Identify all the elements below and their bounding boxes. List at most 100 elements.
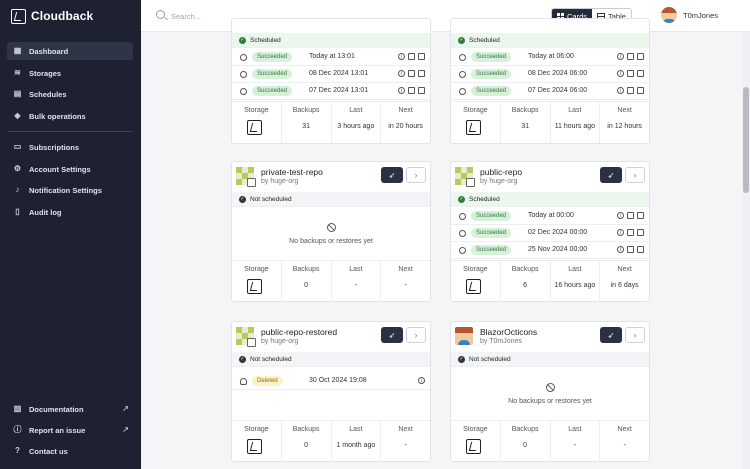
sidebar-item-notification-settings[interactable]: ♪ Notification Settings — [7, 181, 133, 199]
sidebar-divider — [7, 131, 133, 132]
info-icon[interactable]: i — [617, 87, 624, 94]
restore-icon[interactable] — [627, 212, 634, 219]
rocket-icon: ➶ — [607, 330, 615, 340]
sidebar-item-report-issue[interactable]: ⓘ Report an issue ↗ — [7, 421, 133, 439]
sidebar-item-storages[interactable]: ≋ Storages — [7, 64, 133, 82]
last-backup: 11 hours ago — [554, 123, 596, 130]
info-icon[interactable]: i — [617, 70, 624, 77]
download-icon[interactable] — [418, 53, 425, 60]
repo-card: ✓ Scheduled Succeeded Today at 06:00 i S… — [450, 18, 650, 144]
download-icon[interactable] — [637, 87, 644, 94]
restore-icon[interactable] — [627, 229, 634, 236]
restore-icon[interactable] — [408, 53, 415, 60]
user-avatar — [455, 327, 473, 345]
table-row: Succeeded 07 Dec 2024 13:01 i — [232, 83, 430, 100]
schedule-status: ✓ Scheduled — [451, 33, 649, 48]
info-icon[interactable]: i — [617, 53, 624, 60]
sidebar-item-schedules[interactable]: ▤ Schedules — [7, 85, 133, 103]
open-repo-button[interactable]: › — [625, 327, 645, 343]
sidebar-item-subscriptions[interactable]: ▭ Subscriptions — [7, 138, 133, 156]
sidebar-item-audit-log[interactable]: ▯ Audit log — [7, 203, 133, 221]
chevron-right-icon: › — [633, 170, 637, 180]
info-icon[interactable]: i — [398, 87, 405, 94]
user-icon — [240, 378, 247, 385]
no-data-icon — [327, 223, 336, 232]
restore-icon[interactable] — [627, 246, 634, 253]
info-icon[interactable]: i — [617, 246, 624, 253]
user-menu[interactable]: T0mJones — [661, 7, 718, 23]
main-scrollbar[interactable] — [742, 32, 750, 469]
open-repo-button[interactable]: › — [625, 167, 645, 183]
org-avatar — [236, 167, 256, 187]
chevron-right-icon: › — [414, 330, 418, 340]
card-header: BlazorOcticons by T0mJones ➶ › — [451, 322, 649, 350]
table-row: Succeeded 02 Dec 2024 00:00 i — [451, 225, 649, 242]
info-icon[interactable]: i — [398, 70, 405, 77]
run-time: Today at 13:01 — [309, 53, 355, 60]
sidebar-item-contact-us[interactable]: ? Contact us — [7, 442, 133, 460]
database-icon: ≋ — [14, 68, 21, 77]
clock-icon — [240, 71, 247, 78]
status-badge: Deleted — [252, 376, 283, 386]
search-icon — [156, 10, 165, 19]
repo-name[interactable]: public-repo-restored — [261, 327, 337, 337]
last-backup: - — [354, 282, 358, 289]
storage-logo-icon — [247, 439, 262, 454]
help-icon: ? — [15, 446, 20, 455]
download-icon[interactable] — [418, 87, 425, 94]
app-name: Cloudback — [31, 9, 94, 23]
info-icon[interactable]: i — [418, 377, 425, 384]
check-circle-icon: ✓ — [458, 195, 465, 203]
restore-icon[interactable] — [627, 70, 634, 77]
restore-icon[interactable] — [408, 70, 415, 77]
restore-icon[interactable] — [627, 53, 634, 60]
backups-count: 6 — [523, 282, 528, 289]
download-icon[interactable] — [637, 229, 644, 236]
schedule-status: ✓ Not scheduled — [232, 192, 430, 207]
table-row: Succeeded 07 Dec 2024 06:00 i — [451, 83, 649, 100]
info-icon[interactable]: i — [617, 212, 624, 219]
cloudback-logo-icon — [11, 8, 26, 24]
repo-name[interactable]: private-test-repo — [261, 167, 323, 177]
restore-icon[interactable] — [408, 87, 415, 94]
run-backup-button[interactable]: ➶ — [600, 327, 622, 343]
restore-icon[interactable] — [627, 87, 634, 94]
run-backup-button[interactable]: ➶ — [600, 167, 622, 183]
download-icon[interactable] — [637, 246, 644, 253]
run-backup-button[interactable]: ➶ — [381, 327, 403, 343]
download-icon[interactable] — [637, 53, 644, 60]
repo-card: private-test-repo by huge-org ➶ › ✓ Not … — [231, 161, 431, 302]
bell-icon: ♪ — [15, 185, 20, 194]
run-time: Today at 00:00 — [528, 212, 574, 219]
info-icon[interactable]: i — [617, 229, 624, 236]
status-badge: Succeeded — [471, 228, 512, 238]
layers-icon: ◈ — [14, 111, 21, 120]
storage-logo-icon — [247, 120, 262, 135]
open-repo-button[interactable]: › — [406, 327, 426, 343]
sidebar-item-documentation[interactable]: ▥ Documentation ↗ — [7, 400, 133, 418]
download-icon[interactable] — [418, 70, 425, 77]
chevron-right-icon: › — [633, 330, 637, 340]
run-backup-button[interactable]: ➶ — [381, 167, 403, 183]
open-repo-button[interactable]: › — [406, 167, 426, 183]
scrollbar-thumb[interactable] — [743, 87, 749, 193]
status-badge: Succeeded — [471, 211, 512, 221]
clock-icon — [240, 88, 247, 95]
download-icon[interactable] — [637, 212, 644, 219]
run-time: 25 Nov 2024 00:00 — [528, 246, 588, 253]
org-avatar — [455, 167, 475, 187]
info-icon[interactable]: i — [398, 53, 405, 60]
backups-count: 31 — [521, 123, 530, 130]
sidebar-item-bulk-operations[interactable]: ◈ Bulk operations — [7, 107, 133, 125]
repo-name[interactable]: BlazorOcticons — [480, 327, 537, 337]
sidebar-item-account-settings[interactable]: ⚙ Account Settings — [7, 160, 133, 178]
repo-name[interactable]: public-repo — [480, 167, 522, 177]
app-logo[interactable]: Cloudback — [11, 8, 93, 24]
sidebar-item-dashboard[interactable]: ▦ Dashboard — [7, 42, 133, 60]
repo-owner: by huge-org — [480, 178, 518, 185]
repo-card: BlazorOcticons by T0mJones ➶ › ✓ Not sch… — [450, 321, 650, 462]
backups-count: 31 — [302, 123, 311, 130]
download-icon[interactable] — [637, 70, 644, 77]
schedule-status: ✓ Scheduled — [451, 192, 649, 207]
dashboard-icon: ▦ — [13, 46, 22, 55]
